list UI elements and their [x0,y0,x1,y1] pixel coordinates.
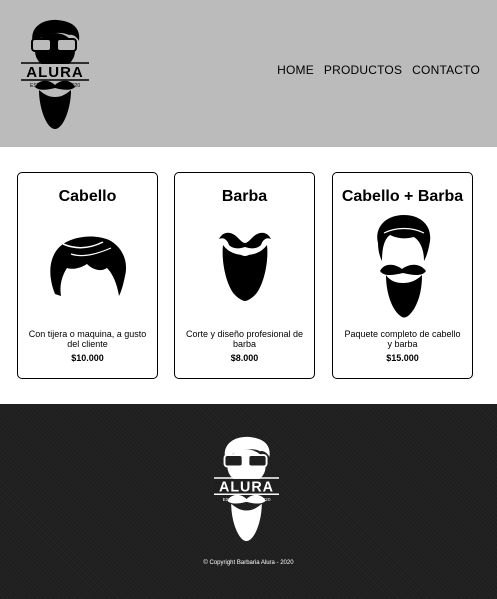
product-description: Paquete completo de cabello y barba [344,329,461,349]
product-card-cabello[interactable]: Cabello Con tijera o maquina, a gusto de… [17,172,158,379]
site-footer: ALURA ESTD 2020 © Copyright Barbaria Alu… [0,404,497,599]
product-title: Cabello [58,188,117,205]
product-description: Corte y diseño profesional de barba [185,329,304,349]
footer-logo-brand-text: ALURA [219,479,274,495]
hair-icon [49,236,126,296]
alura-logo[interactable]: ALURA ESTD 2020 [21,17,89,131]
hair-and-beard-icon [376,215,430,318]
product-price: $8.000 [230,353,259,363]
footer-alura-logo[interactable]: ALURA ESTD 2020 [214,432,279,545]
product-card-cabello-barba[interactable]: Cabello + Barba Paquete completo de cabe… [332,172,473,379]
product-price: $10.000 [71,353,104,363]
nav-contacto-link[interactable]: CONTACTO [412,63,480,77]
nav-productos-link[interactable]: PRODUCTOS [324,63,402,77]
product-title: Barba [221,188,268,205]
nav-home-link[interactable]: HOME [277,63,314,77]
site-header: ALURA ESTD 2020 HOME PRODUCTOS CONTACTO [0,0,497,147]
main-nav: HOME PRODUCTOS CONTACTO [277,63,480,77]
beard-icon [218,232,271,301]
product-price: $15.000 [386,353,419,363]
copyright-text: © Copyright Barbaria Alura - 2020 [203,560,294,566]
product-title: Cabello + Barba [341,188,464,205]
product-card-barba[interactable]: Barba Corte y diseño profesional de barb… [174,172,315,379]
logo-brand-text: ALURA [26,64,84,81]
barber-face-logo-icon: ALURA ESTD 2020 [214,436,279,542]
product-description: Con tijera o maquina, a gusto del client… [28,329,147,349]
barber-face-logo-icon: ALURA ESTD 2020 [21,19,89,129]
